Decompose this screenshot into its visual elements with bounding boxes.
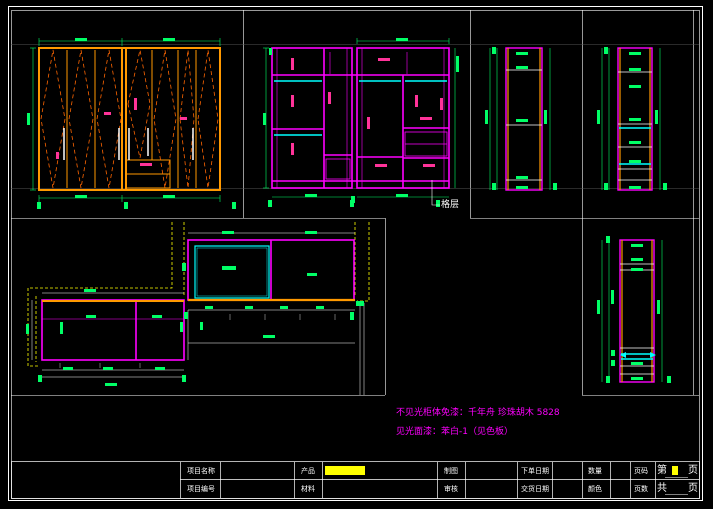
interior-elevation xyxy=(263,38,459,207)
tb-product-value-highlight xyxy=(325,466,365,475)
front-elevation-doors xyxy=(27,38,236,209)
plan-view xyxy=(26,222,370,395)
tb-page-gong: 共 xyxy=(657,483,667,494)
shelf-label: 格层 xyxy=(441,200,460,210)
tb-order-date-label: 下单日期 xyxy=(521,467,549,475)
side-section-2 xyxy=(597,47,667,191)
tb-page-number-highlight xyxy=(672,466,678,475)
tb-project-name-label: 项目名称 xyxy=(187,467,215,475)
tb-drawn-label: 制图 xyxy=(444,467,458,475)
tb-material-label: 材料 xyxy=(301,485,315,493)
drawing-border xyxy=(8,6,703,501)
drawing-border-inner xyxy=(11,10,700,499)
cad-drawing-sheet xyxy=(8,6,703,501)
tb-qty-label: 数量 xyxy=(588,467,602,475)
material-note-carcass: 不见光柜体免漆：千年舟 珍珠胡木 5828 xyxy=(396,408,560,418)
tb-product-label: 产品 xyxy=(301,467,315,475)
tb-page-ye: 页 xyxy=(688,465,698,476)
tb-checked-label: 审核 xyxy=(444,485,458,493)
tb-page-ye2: 页 xyxy=(688,483,698,494)
tb-delivery-date-label: 交货日期 xyxy=(521,485,549,493)
side-section-1 xyxy=(485,47,557,191)
tb-color-label: 颜色 xyxy=(588,485,602,493)
tb-page-count-label: 页数 xyxy=(634,485,648,493)
tb-page-di: 第 xyxy=(657,465,667,476)
material-note-finish: 见光面漆：苯白-1（见色板） xyxy=(396,427,513,437)
tb-project-no-label: 项目编号 xyxy=(187,485,215,493)
side-section-3 xyxy=(597,236,671,383)
tb-page-no-label: 页码 xyxy=(634,467,648,475)
